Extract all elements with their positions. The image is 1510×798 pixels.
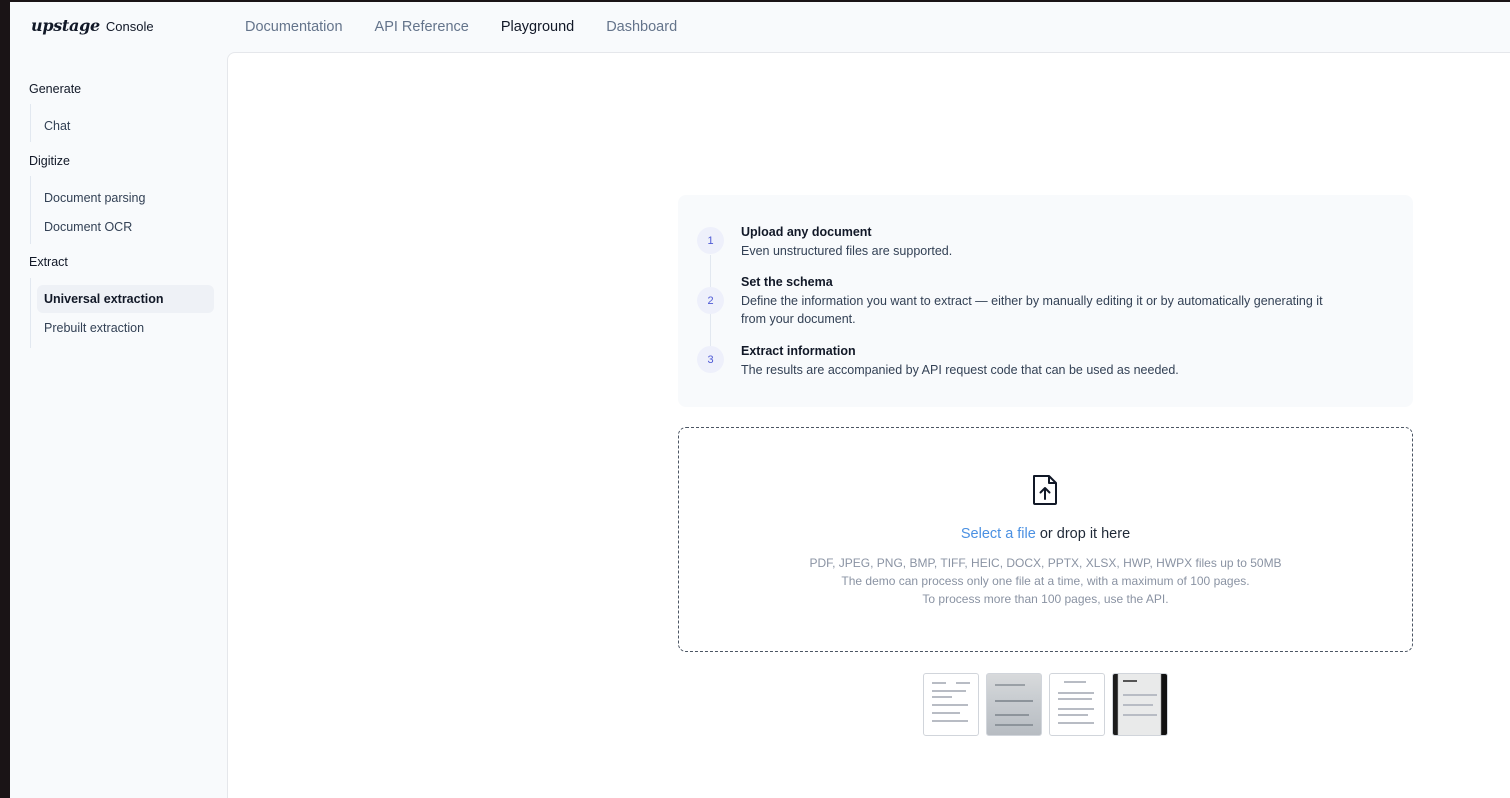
sidebar-group-generate: Generate [29,82,82,96]
sidebar-group-line [30,104,31,142]
sidebar-item-document-parsing[interactable]: Document parsing [37,184,214,212]
select-file-link[interactable]: Select a file [961,526,1036,542]
sample-document-thumbnail[interactable] [923,673,979,736]
logo-mark: upstage [31,16,100,35]
sidebar: Generate Chat Digitize Document parsing … [10,52,227,798]
step-number: 3 [697,346,724,373]
step-title: Extract information [741,344,856,358]
sidebar-item-universal-extraction[interactable]: Universal extraction [37,285,214,313]
top-nav: Documentation API Reference Playground D… [245,2,677,52]
main-panel: 1 Upload any document Even unstructured … [227,52,1510,798]
sample-document-thumbnail[interactable] [986,673,1042,736]
file-upload-icon [1033,475,1057,505]
logo[interactable]: upstage Console [31,16,154,38]
nav-playground[interactable]: Playground [501,19,574,35]
sidebar-group-extract: Extract [29,255,68,269]
step-title: Upload any document [741,225,872,239]
step-description: Even unstructured files are supported. [741,244,953,258]
sidebar-group-digitize: Digitize [29,154,70,168]
api-note: To process more than 100 pages, use the … [922,592,1169,606]
step-number: 2 [697,287,724,314]
demo-limit-note: The demo can process only one file at a … [841,574,1250,588]
sidebar-item-chat[interactable]: Chat [37,112,214,140]
step-description: The results are accompanied by API reque… [741,363,1179,377]
sample-documents [923,673,1168,736]
sidebar-group-line [30,278,31,348]
file-dropzone[interactable]: Select a file or drop it here PDF, JPEG,… [678,427,1413,652]
sample-document-thumbnail[interactable] [1049,673,1105,736]
app-window: upstage Console Documentation API Refere… [10,2,1510,798]
supported-formats: PDF, JPEG, PNG, BMP, TIFF, HEIC, DOCX, P… [809,556,1282,570]
top-header: upstage Console Documentation API Refere… [10,2,1510,52]
nav-dashboard[interactable]: Dashboard [606,19,677,35]
dropzone-notes: PDF, JPEG, PNG, BMP, TIFF, HEIC, DOCX, P… [679,554,1412,608]
steps-panel: 1 Upload any document Even unstructured … [678,195,1413,407]
step-title: Set the schema [741,275,833,289]
step-description: Define the information you want to extra… [741,294,1323,326]
drop-label: or drop it here [1035,526,1131,542]
sample-document-thumbnail[interactable] [1112,673,1168,736]
step-number: 1 [697,227,724,254]
sidebar-item-document-ocr[interactable]: Document OCR [37,213,214,241]
nav-api-reference[interactable]: API Reference [375,19,469,35]
sidebar-group-line [30,176,31,244]
dropzone-prompt: Select a file or drop it here [679,526,1412,542]
nav-documentation[interactable]: Documentation [245,19,343,35]
sidebar-item-prebuilt-extraction[interactable]: Prebuilt extraction [37,314,214,342]
logo-product: Console [105,19,154,34]
